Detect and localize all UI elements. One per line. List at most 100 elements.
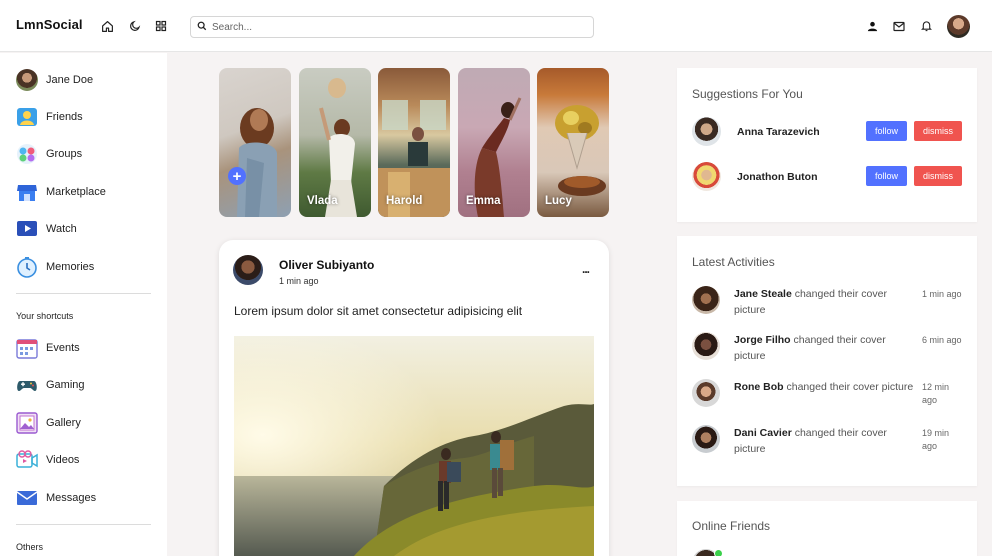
watch-icon xyxy=(16,218,38,240)
gallery-icon xyxy=(16,412,38,434)
follow-button[interactable]: follow xyxy=(866,121,907,141)
activities-title: Latest Activities xyxy=(692,255,775,269)
home-icon[interactable] xyxy=(98,17,116,35)
left-sidebar: Jane Doe Friends Groups Marketplace Watc… xyxy=(0,53,167,556)
sidebar-item-events[interactable]: Events xyxy=(16,336,80,360)
sidebar-item-label: Gaming xyxy=(46,379,85,391)
suggestions-title: Suggestions For You xyxy=(692,87,803,101)
sidebar-item-label: Marketplace xyxy=(46,186,106,198)
activity-text: Jorge Filho changed their cover picture xyxy=(734,332,914,364)
sidebar-item-messages[interactable]: Messages xyxy=(16,486,96,510)
sidebar-item-label: Groups xyxy=(46,148,83,160)
activity-avatar[interactable] xyxy=(692,286,720,314)
activities-panel: Latest Activities Jane Steale changed th… xyxy=(677,236,977,486)
gaming-icon xyxy=(16,374,38,396)
sidebar-item-groups[interactable]: Groups xyxy=(16,142,82,166)
suggestion-avatar[interactable] xyxy=(692,162,721,191)
activity-user[interactable]: Jorge Filho xyxy=(734,334,791,346)
suggestions-panel: Suggestions For You Anna Tarazevich foll… xyxy=(677,68,977,222)
story-name: Vlada xyxy=(307,195,338,207)
story-name: Lucy xyxy=(545,195,572,207)
grid-icon[interactable] xyxy=(152,17,170,35)
activity-time: 1 min ago xyxy=(922,289,962,299)
groups-icon xyxy=(16,143,38,165)
dismiss-button[interactable]: dismiss xyxy=(914,121,962,141)
post-card: Oliver Subiyanto 1 min ago ... Lorem ips… xyxy=(219,240,609,556)
activity-row: Dani Cavier changed their cover picture … xyxy=(692,425,964,465)
post-author-avatar[interactable] xyxy=(233,255,263,285)
post-text: Lorem ipsum dolor sit amet consectetur a… xyxy=(234,304,523,318)
sidebar-item-label: Watch xyxy=(46,223,77,235)
sidebar-item-videos[interactable]: Videos xyxy=(16,448,79,472)
sidebar-item-label: Memories xyxy=(46,261,95,273)
activity-avatar[interactable] xyxy=(692,379,720,407)
search-bar[interactable] xyxy=(190,16,594,38)
sidebar-divider xyxy=(16,524,151,525)
suggestion-row: Anna Tarazevich follow dismiss xyxy=(692,117,964,147)
sidebar-item-label: Gallery xyxy=(46,417,81,429)
sidebar-item-label: Events xyxy=(46,342,80,354)
sidebar-item-gaming[interactable]: Gaming xyxy=(16,373,85,397)
activity-action: changed their cover picture xyxy=(786,381,914,393)
sidebar-item-label: Friends xyxy=(46,111,83,123)
top-navbar: LmnSocial xyxy=(0,0,992,52)
post-image[interactable] xyxy=(234,336,594,556)
dismiss-button[interactable]: dismiss xyxy=(914,166,962,186)
moon-icon[interactable] xyxy=(126,17,144,35)
story-card-emma[interactable]: Emma xyxy=(458,68,530,217)
search-icon xyxy=(197,18,207,36)
more-options-icon[interactable]: ... xyxy=(582,262,590,276)
suggestion-avatar[interactable] xyxy=(692,117,721,146)
story-name: Harold xyxy=(386,195,423,207)
events-icon xyxy=(16,337,38,359)
shortcuts-title: Your shortcuts xyxy=(16,311,74,321)
activity-avatar[interactable] xyxy=(692,332,720,360)
sidebar-profile[interactable]: Jane Doe xyxy=(16,68,93,92)
sidebar-item-label: Messages xyxy=(46,492,97,504)
online-friends-title: Online Friends xyxy=(692,519,771,533)
story-add-card[interactable]: + xyxy=(219,68,291,217)
online-friends-panel: Online Friends xyxy=(677,501,977,556)
activity-user[interactable]: Jane Steale xyxy=(734,288,792,300)
activity-row: Jane Steale changed their cover picture … xyxy=(692,286,964,326)
story-card-vlada[interactable]: Vlada xyxy=(299,68,371,217)
story-name: Emma xyxy=(466,195,501,207)
user-icon[interactable] xyxy=(863,17,881,35)
others-title: Others xyxy=(16,542,44,552)
add-story-button[interactable]: + xyxy=(228,167,246,185)
activity-time: 12 min ago xyxy=(922,382,950,405)
activity-user[interactable]: Dani Cavier xyxy=(734,427,792,439)
follow-button[interactable]: follow xyxy=(866,166,907,186)
online-status-dot xyxy=(714,549,723,556)
sidebar-item-gallery[interactable]: Gallery xyxy=(16,411,81,435)
mail-icon[interactable] xyxy=(890,17,908,35)
search-input[interactable] xyxy=(212,21,582,33)
post-author-name[interactable]: Oliver Subiyanto xyxy=(279,258,374,272)
post-timestamp: 1 min ago xyxy=(279,276,319,286)
marketplace-icon xyxy=(16,181,38,203)
activity-text: Rone Bob changed their cover picture xyxy=(734,379,914,395)
activity-time: 6 min ago xyxy=(922,335,962,345)
activity-time: 19 min ago xyxy=(922,428,950,451)
suggestion-name[interactable]: Jonathon Buton xyxy=(737,171,817,183)
activity-row: Rone Bob changed their cover picture 12 … xyxy=(692,379,964,419)
story-card-harold[interactable]: Harold xyxy=(378,68,450,217)
user-avatar[interactable] xyxy=(947,15,970,38)
app-logo[interactable]: LmnSocial xyxy=(16,17,83,32)
memories-icon xyxy=(16,256,38,278)
friends-icon xyxy=(16,106,38,128)
suggestion-name[interactable]: Anna Tarazevich xyxy=(737,126,820,138)
sidebar-item-marketplace[interactable]: Marketplace xyxy=(16,180,106,204)
story-card-lucy[interactable]: Lucy xyxy=(537,68,609,217)
activity-avatar[interactable] xyxy=(692,425,720,453)
activity-text: Dani Cavier changed their cover picture xyxy=(734,425,914,457)
sidebar-item-label: Videos xyxy=(46,454,80,466)
bell-icon[interactable] xyxy=(917,17,935,35)
activity-user[interactable]: Rone Bob xyxy=(734,381,784,393)
sidebar-item-watch[interactable]: Watch xyxy=(16,217,77,241)
activity-row: Jorge Filho changed their cover picture … xyxy=(692,332,964,372)
sidebar-item-friends[interactable]: Friends xyxy=(16,105,83,129)
sidebar-item-memories[interactable]: Memories xyxy=(16,255,94,279)
profile-avatar xyxy=(16,69,38,91)
sidebar-divider xyxy=(16,293,151,294)
